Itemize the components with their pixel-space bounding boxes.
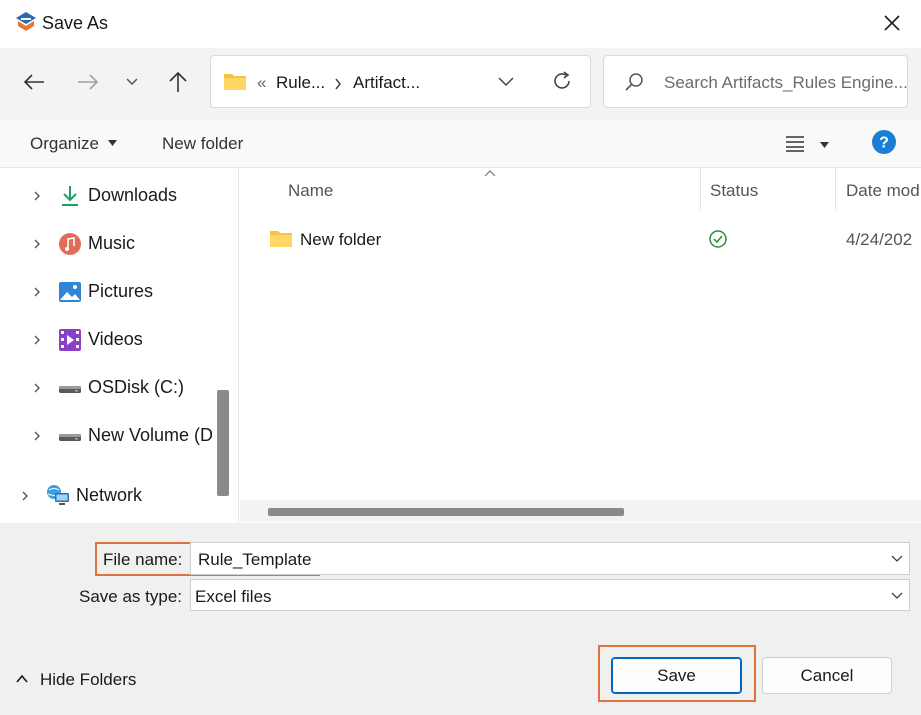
title-bar — [0, 0, 921, 48]
sidebar-item-label: OSDisk (C:) — [88, 377, 184, 397]
chevron-right-icon[interactable] — [32, 287, 42, 297]
folder-icon — [224, 74, 246, 90]
chevron-right-icon[interactable] — [32, 383, 42, 393]
back-button[interactable] — [16, 64, 52, 100]
music-icon — [59, 233, 81, 255]
chevron-right-icon[interactable] — [32, 335, 42, 345]
svg-text:?: ? — [879, 135, 889, 152]
download-icon — [62, 186, 78, 206]
pictures-icon — [59, 282, 81, 302]
chevron-right-icon[interactable] — [32, 239, 42, 249]
horizontal-scrollbar-thumb[interactable] — [268, 508, 624, 516]
new-folder-button[interactable]: New folder — [162, 134, 243, 154]
folder-icon — [270, 231, 292, 247]
cancel-button[interactable]: Cancel — [762, 657, 892, 694]
chevron-down-icon[interactable] — [498, 77, 514, 87]
filename-value: Rule_Template — [198, 550, 312, 569]
help-icon[interactable]: ? — [872, 130, 896, 154]
file-row[interactable]: New folder 4/24/202 — [259, 222, 919, 258]
sidebar-item-downloads[interactable]: Downloads — [0, 176, 212, 216]
view-options-icon[interactable] — [786, 136, 804, 152]
file-list: Name Status Date mod New folder 4/24/202 — [238, 168, 921, 523]
search-icon — [625, 73, 643, 91]
chevron-right-icon[interactable] — [334, 78, 342, 90]
sidebar-item-new-volume[interactable]: New Volume (D — [0, 416, 212, 456]
breadcrumb-item[interactable]: Artifact... — [353, 73, 420, 93]
breadcrumb-overflow[interactable]: « — [257, 73, 266, 93]
sidebar-item-label: Pictures — [88, 281, 154, 301]
column-header-name[interactable]: Name — [288, 181, 333, 201]
sidebar-item-osdisk[interactable]: OSDisk (C:) — [0, 368, 212, 408]
drive-icon — [59, 434, 81, 441]
caret-down-icon[interactable] — [820, 142, 829, 148]
drive-icon — [59, 386, 81, 393]
hide-folders-button[interactable]: Hide Folders — [14, 668, 154, 692]
address-bar[interactable]: « Rule... Artifact... — [210, 55, 591, 108]
chevron-down-icon — [126, 78, 138, 86]
arrow-up-icon — [169, 71, 187, 92]
sidebar-item-label: Music — [88, 233, 136, 253]
navigation-pane: Downloads Music Pictures Videos OSDisk (… — [0, 168, 238, 523]
hide-folders-label: Hide Folders — [40, 670, 137, 689]
save-type-label: Save as type: — [79, 587, 183, 606]
sidebar-item-label: New Volume (D — [88, 425, 212, 445]
save-type-select[interactable] — [190, 579, 910, 611]
file-date: 4/24/202 — [846, 230, 913, 249]
arrow-left-icon — [23, 74, 44, 90]
organize-label: Organize — [30, 134, 99, 153]
sidebar-item-label: Videos — [88, 329, 143, 349]
chevron-up-icon — [16, 675, 28, 683]
search-box[interactable]: Search Artifacts_Rules Engine... — [603, 55, 908, 108]
caret-down-icon[interactable] — [108, 140, 117, 146]
breadcrumb-item[interactable]: Rule... — [276, 73, 325, 93]
chevron-right-icon[interactable] — [32, 431, 42, 441]
file-name: New folder — [300, 230, 382, 249]
sidebar-item-network[interactable]: Network — [0, 476, 212, 516]
arrow-right-icon — [78, 74, 99, 90]
save-button[interactable]: Save — [611, 657, 742, 694]
save-type-value: Excel files — [195, 587, 272, 606]
sidebar-item-label: Network — [76, 485, 143, 505]
chevron-down-icon[interactable] — [891, 592, 903, 600]
recent-locations-button[interactable] — [114, 64, 150, 100]
sync-status-icon — [709, 230, 727, 248]
network-icon — [47, 485, 69, 505]
chevron-down-icon[interactable] — [891, 555, 903, 563]
command-toolbar: Organize New folder ? — [0, 120, 921, 168]
column-divider[interactable] — [835, 168, 836, 210]
window-title: Save As — [42, 13, 109, 33]
sidebar-item-label: Downloads — [88, 185, 178, 205]
app-logo-icon — [14, 10, 38, 34]
refresh-icon[interactable] — [551, 70, 573, 92]
column-header-date[interactable]: Date mod — [846, 181, 920, 201]
column-header-status[interactable]: Status — [710, 181, 758, 201]
up-button[interactable] — [160, 64, 196, 100]
close-icon — [884, 15, 900, 31]
search-input[interactable]: Search Artifacts_Rules Engine... — [664, 73, 908, 93]
chevron-right-icon[interactable] — [20, 491, 30, 501]
sidebar-item-videos[interactable]: Videos — [0, 320, 212, 360]
sort-ascending-icon — [484, 170, 496, 177]
close-button[interactable] — [868, 4, 916, 42]
sidebar-item-pictures[interactable]: Pictures — [0, 272, 212, 312]
organize-button[interactable]: Organize — [30, 134, 99, 154]
column-divider[interactable] — [700, 168, 701, 210]
sidebar-scrollbar[interactable] — [217, 390, 229, 496]
forward-button[interactable] — [70, 64, 106, 100]
chevron-right-icon[interactable] — [32, 191, 42, 201]
filename-label: File name: — [103, 550, 183, 569]
videos-icon — [59, 329, 81, 351]
sidebar-item-music[interactable]: Music — [0, 224, 212, 264]
